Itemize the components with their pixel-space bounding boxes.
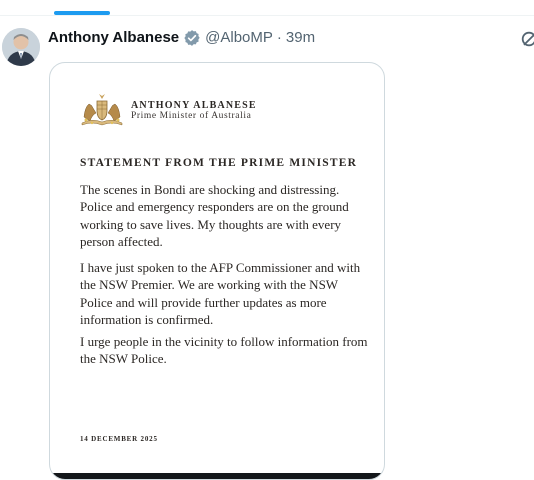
tab-bar bbox=[0, 0, 534, 16]
statement-paragraph: The scenes in Bondi are shocking and dis… bbox=[80, 182, 349, 249]
verified-badge-icon[interactable] bbox=[183, 29, 201, 47]
separator-dot: · bbox=[276, 29, 282, 46]
letterhead-name: ANTHONY ALBANESE bbox=[131, 100, 257, 111]
statement-date: 14 DECEMBER 2025 bbox=[80, 435, 158, 443]
grok-icon[interactable] bbox=[520, 30, 534, 48]
letterhead-title: Prime Minister of Australia bbox=[131, 111, 252, 121]
statement-heading: STATEMENT FROM THE PRIME MINISTER bbox=[80, 157, 358, 169]
tweet-timestamp[interactable]: 39m bbox=[286, 28, 315, 48]
tweet-image[interactable]: ANTHONY ALBANESE Prime Minister of Austr… bbox=[49, 62, 385, 480]
media-bottom-edge bbox=[50, 473, 384, 479]
author-handle[interactable]: @AlboMP bbox=[205, 28, 273, 48]
statement-document: ANTHONY ALBANESE Prime Minister of Austr… bbox=[50, 63, 384, 479]
active-tab-indicator bbox=[54, 11, 110, 15]
statement-paragraph: I have just spoken to the AFP Commission… bbox=[80, 260, 361, 327]
author-name[interactable]: Anthony Albanese bbox=[48, 28, 179, 48]
statement-paragraph: I urge people in the vicinity to follow … bbox=[80, 334, 368, 367]
author-avatar[interactable] bbox=[2, 28, 40, 66]
tweet-header: Anthony Albanese @AlboMP · 39m bbox=[48, 28, 315, 48]
coat-of-arms-icon bbox=[81, 94, 123, 126]
avatar-photo bbox=[2, 28, 40, 66]
